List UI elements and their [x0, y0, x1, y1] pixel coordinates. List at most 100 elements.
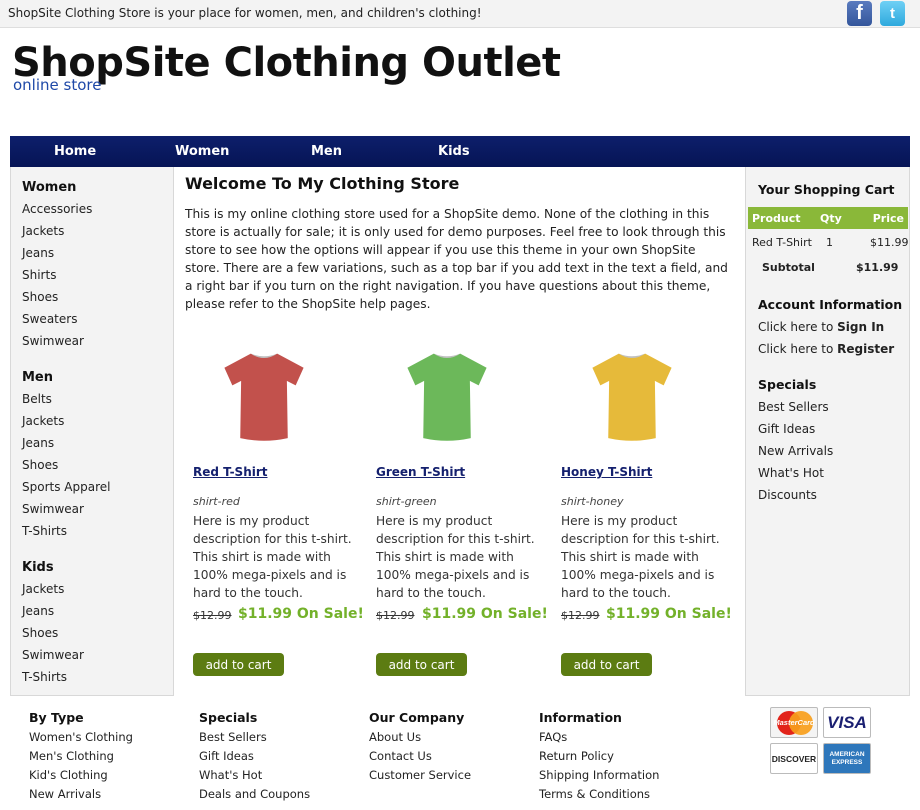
- footer-heading-our-company: Our Company: [369, 710, 465, 725]
- add-to-cart-button-green[interactable]: add to cart: [376, 653, 467, 676]
- nav-men[interactable]: Men: [311, 144, 342, 159]
- left-nav-women-sweaters[interactable]: Sweaters: [22, 312, 77, 326]
- footer-link-return-policy[interactable]: Return Policy: [539, 749, 614, 763]
- facebook-icon[interactable]: f: [847, 1, 872, 26]
- footer-link-deals-and-coupons[interactable]: Deals and Coupons: [199, 787, 310, 801]
- cart-item-product[interactable]: Red T-Shirt: [752, 236, 812, 249]
- footer-link-best-sellers[interactable]: Best Sellers: [199, 730, 267, 744]
- red-t-shirt-image[interactable]: [220, 345, 308, 445]
- left-nav-women-shoes[interactable]: Shoes: [22, 290, 58, 304]
- footer-link-mens-clothing[interactable]: Men's Clothing: [29, 749, 114, 763]
- footer-link-terms-and-conditions[interactable]: Terms & Conditions: [539, 787, 650, 801]
- cart-table-header: Product Qty Price: [748, 207, 908, 229]
- product-sku-honey: shirt-honey: [561, 495, 624, 508]
- left-nav-men-jeans[interactable]: Jeans: [22, 436, 54, 450]
- account-title: Account Information: [758, 297, 903, 312]
- left-nav-men-shoes[interactable]: Shoes: [22, 458, 58, 472]
- mastercard-label: MasterCard: [773, 718, 815, 727]
- product-sku-green: shirt-green: [376, 495, 437, 508]
- cart-subtotal-value: $11.99: [856, 261, 899, 274]
- footer-link-contact-us[interactable]: Contact Us: [369, 749, 432, 763]
- product-name-red[interactable]: Red T-Shirt: [193, 465, 268, 479]
- site-subtitle: online store: [13, 76, 102, 94]
- specials-gift-ideas[interactable]: Gift Ideas: [758, 422, 815, 436]
- product-sale-price-red: $11.99 On Sale!: [238, 606, 364, 622]
- cart-header-product: Product: [752, 212, 801, 225]
- amex-label-bottom: EXPRESS: [831, 758, 863, 766]
- left-nav-kids-jackets[interactable]: Jackets: [22, 582, 64, 596]
- american-express-icon: AMERICAN EXPRESS: [823, 743, 871, 774]
- left-nav-kids-swimwear[interactable]: Swimwear: [22, 648, 84, 662]
- cart-item-price: $11.99: [870, 236, 909, 249]
- left-nav-men-swimwear[interactable]: Swimwear: [22, 502, 84, 516]
- top-bar: ShopSite Clothing Store is your place fo…: [0, 0, 920, 28]
- product-description-honey: Here is my product description for this …: [561, 514, 720, 600]
- footer-link-whats-hot[interactable]: What's Hot: [199, 768, 262, 782]
- left-nav-men-belts[interactable]: Belts: [22, 392, 52, 406]
- main-nav: Home Women Men Kids: [10, 136, 910, 167]
- specials-discounts[interactable]: Discounts: [758, 488, 817, 502]
- product-name-honey[interactable]: Honey T-Shirt: [561, 465, 652, 479]
- discover-label: DISCOVER: [771, 753, 817, 764]
- product-old-price-honey: $12.99: [561, 609, 600, 622]
- cart-title: Your Shopping Cart: [758, 182, 895, 197]
- left-nav-women-jeans[interactable]: Jeans: [22, 246, 54, 260]
- left-nav-heading-women[interactable]: Women: [22, 180, 76, 195]
- register-link[interactable]: Register: [837, 342, 894, 356]
- product-sku-red: shirt-red: [193, 495, 240, 508]
- footer-heading-by-type: By Type: [29, 710, 84, 725]
- twitter-icon[interactable]: t: [880, 1, 905, 26]
- sign-in-link[interactable]: Sign In: [837, 320, 884, 334]
- product-description-red: Here is my product description for this …: [193, 514, 352, 600]
- footer-link-womens-clothing[interactable]: Women's Clothing: [29, 730, 133, 744]
- product-name-green[interactable]: Green T-Shirt: [376, 465, 465, 479]
- left-nav-women-swimwear[interactable]: Swimwear: [22, 334, 84, 348]
- footer-link-about-us[interactable]: About Us: [369, 730, 421, 744]
- footer-link-new-arrivals[interactable]: New Arrivals: [29, 787, 101, 801]
- left-nav-men-jackets[interactable]: Jackets: [22, 414, 64, 428]
- product-old-price-green: $12.99: [376, 609, 415, 622]
- page-title: Welcome To My Clothing Store: [185, 174, 460, 193]
- add-to-cart-button-red[interactable]: add to cart: [193, 653, 284, 676]
- footer-link-kids-clothing[interactable]: Kid's Clothing: [29, 768, 108, 782]
- footer-heading-information: Information: [539, 710, 622, 725]
- left-nav-heading-men[interactable]: Men: [22, 370, 53, 385]
- mastercard-icon: MasterCard: [770, 707, 818, 738]
- top-bar-text: ShopSite Clothing Store is your place fo…: [8, 6, 482, 20]
- left-nav-women-shirts[interactable]: Shirts: [22, 268, 56, 282]
- cart-header-qty: Qty: [820, 212, 842, 225]
- product-description-green: Here is my product description for this …: [376, 514, 535, 600]
- left-nav-men-sports-apparel[interactable]: Sports Apparel: [22, 480, 110, 494]
- specials-best-sellers[interactable]: Best Sellers: [758, 400, 829, 414]
- footer-heading-specials: Specials: [199, 710, 258, 725]
- green-t-shirt-image[interactable]: [403, 345, 491, 445]
- visa-label: VISA: [827, 712, 867, 732]
- left-nav-men-t-shirts[interactable]: T-Shirts: [22, 524, 67, 538]
- register-line: Click here to Register: [758, 342, 894, 356]
- left-nav-heading-kids[interactable]: Kids: [22, 560, 54, 575]
- left-nav-kids-jeans[interactable]: Jeans: [22, 604, 54, 618]
- product-old-price-red: $12.99: [193, 609, 232, 622]
- nav-home[interactable]: Home: [54, 144, 96, 159]
- left-nav-women-accessories[interactable]: Accessories: [22, 202, 92, 216]
- footer-link-shipping-information[interactable]: Shipping Information: [539, 768, 659, 782]
- product-sale-price-green: $11.99 On Sale!: [422, 606, 548, 622]
- footer-link-gift-ideas[interactable]: Gift Ideas: [199, 749, 254, 763]
- specials-whats-hot[interactable]: What's Hot: [758, 466, 824, 480]
- footer-link-faqs[interactable]: FAQs: [539, 730, 567, 744]
- visa-icon: VISA: [823, 707, 871, 738]
- specials-new-arrivals[interactable]: New Arrivals: [758, 444, 833, 458]
- footer-link-customer-service[interactable]: Customer Service: [369, 768, 471, 782]
- nav-kids[interactable]: Kids: [438, 144, 470, 159]
- specials-title: Specials: [758, 377, 817, 392]
- add-to-cart-button-honey[interactable]: add to cart: [561, 653, 652, 676]
- cart-item-qty: 1: [826, 236, 833, 249]
- product-sale-price-honey: $11.99 On Sale!: [606, 606, 732, 622]
- left-nav-kids-t-shirts[interactable]: T-Shirts: [22, 670, 67, 684]
- cart-header-price: Price: [872, 212, 904, 225]
- nav-women[interactable]: Women: [175, 144, 229, 159]
- left-nav-kids-shoes[interactable]: Shoes: [22, 626, 58, 640]
- honey-t-shirt-image[interactable]: [588, 345, 676, 445]
- left-nav-women-jackets[interactable]: Jackets: [22, 224, 64, 238]
- amex-label-top: AMERICAN: [829, 750, 865, 758]
